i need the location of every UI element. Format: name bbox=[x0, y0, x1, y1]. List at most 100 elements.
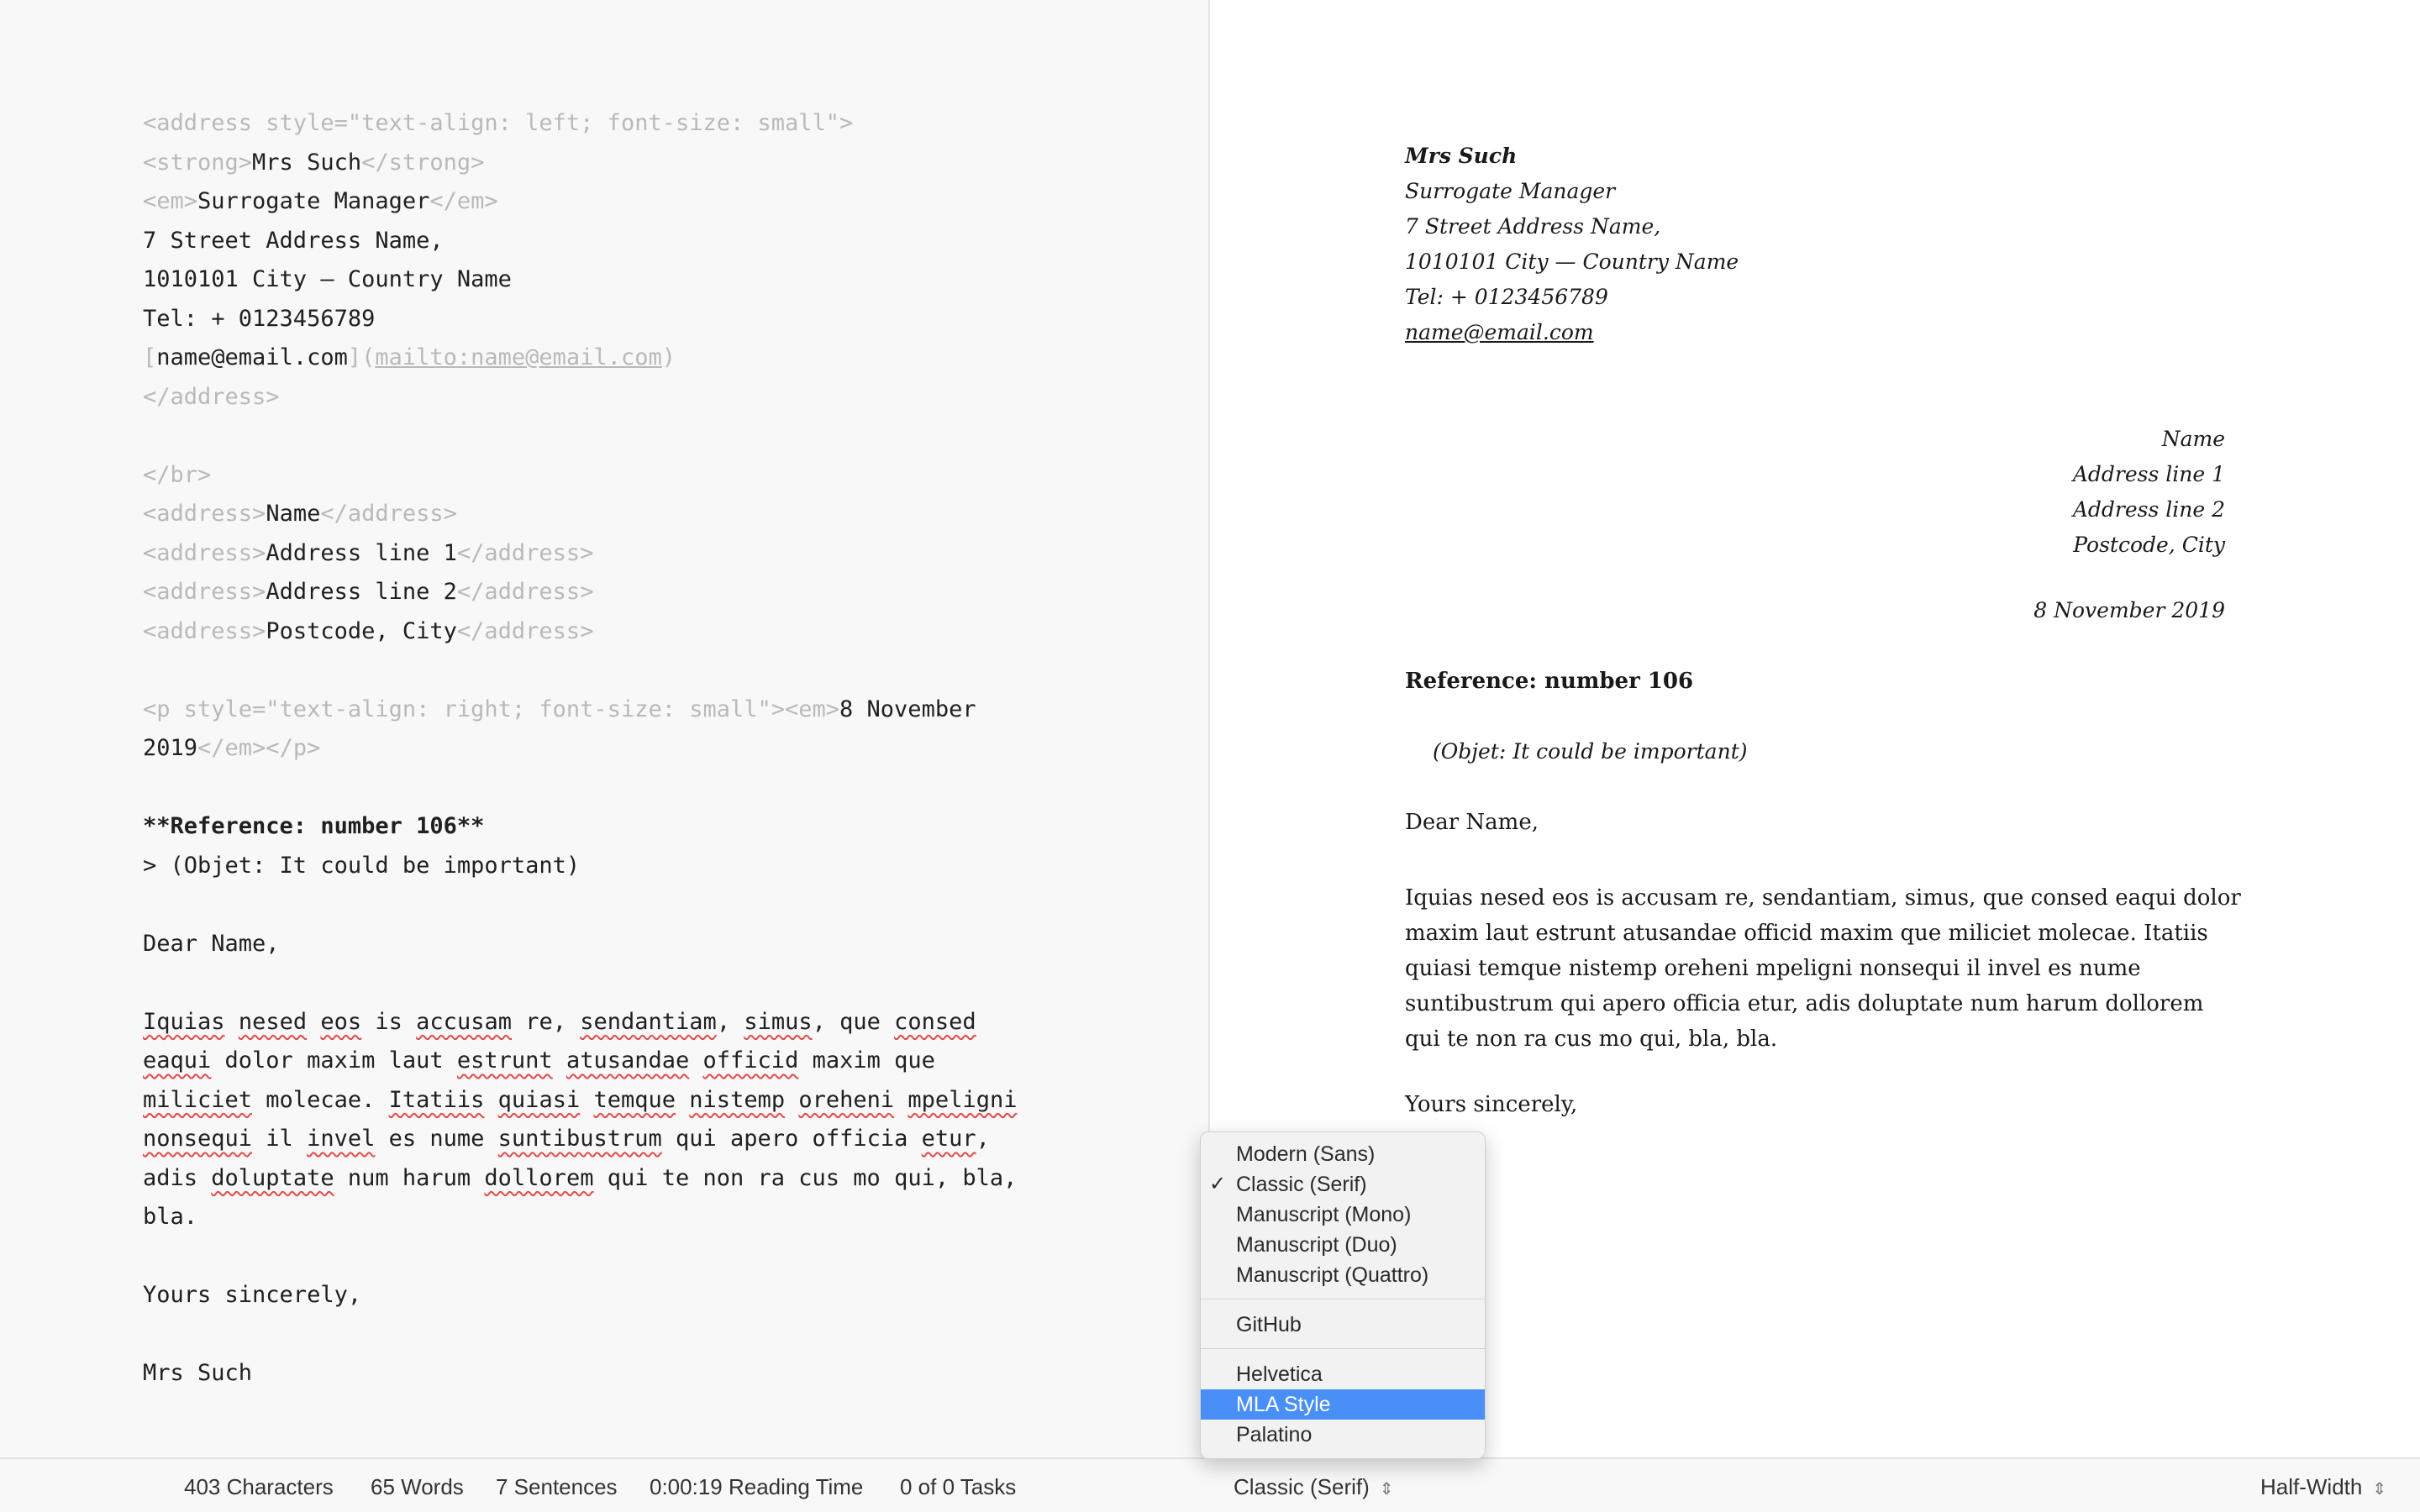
menu-item-modern-sans[interactable]: Modern (Sans) bbox=[1201, 1139, 1485, 1169]
text-token: qui apero officia bbox=[661, 1126, 922, 1152]
editor-line[interactable]: </address> bbox=[143, 378, 1017, 417]
menu-separator bbox=[1201, 1348, 1485, 1349]
editor-line[interactable]: miliciet molecae. Itatiis quiasi temque … bbox=[143, 1081, 1017, 1121]
editor-line[interactable]: <address>Name</address> bbox=[143, 495, 1017, 534]
editor-line[interactable]: > (Objet: It could be important) bbox=[143, 847, 1017, 886]
markup-token: </address> bbox=[456, 579, 594, 605]
sender-street: 7 Street Address Name, bbox=[1405, 214, 1661, 239]
editor-line[interactable]: </br> bbox=[143, 456, 1017, 496]
text-token: 2019 bbox=[143, 735, 198, 761]
menu-item-manuscript-quattro[interactable]: Manuscript (Quattro) bbox=[1201, 1260, 1485, 1290]
editor-line[interactable]: Tel: + 0123456789 bbox=[143, 300, 1017, 339]
text-token: name@email.com bbox=[156, 344, 348, 370]
editor-line[interactable]: <address>Address line 1</address> bbox=[143, 534, 1017, 574]
reading-time[interactable]: 0:00:19 Reading Time bbox=[650, 1474, 863, 1500]
greeting: Dear Name, bbox=[1405, 810, 1539, 835]
editor-line[interactable] bbox=[143, 417, 1017, 456]
markup-token: ]( bbox=[347, 344, 376, 370]
menu-item-palatino[interactable]: Palatino bbox=[1201, 1420, 1485, 1450]
markup-token: <address> bbox=[143, 501, 266, 527]
editor-line[interactable] bbox=[143, 769, 1017, 808]
editor-line[interactable] bbox=[143, 885, 1017, 925]
task-count[interactable]: 0 of 0 Tasks bbox=[900, 1474, 1016, 1500]
text-token: Postcode, City bbox=[266, 617, 457, 644]
text-token: Address line 2 bbox=[266, 579, 457, 605]
text-token: , que bbox=[812, 1008, 895, 1035]
editor-line[interactable]: <address>Address line 2</address> bbox=[143, 573, 1017, 612]
menu-item-manuscript-duo[interactable]: Manuscript (Duo) bbox=[1201, 1230, 1485, 1260]
editor-line[interactable]: bla. bbox=[143, 1198, 1017, 1237]
recipient-line1: Address line 1 bbox=[2072, 462, 2225, 486]
status-bar: 403 Characters 65 Words 7 Sentences 0:00… bbox=[0, 1457, 2420, 1512]
style-select[interactable]: Classic (Serif) ⇕ bbox=[1234, 1474, 1394, 1500]
misspelled-word: Iquias bbox=[143, 1008, 225, 1035]
markup-token: </address> bbox=[456, 539, 594, 566]
text-token: Yours sincerely, bbox=[143, 1282, 362, 1308]
text-token: dolor maxim laut bbox=[211, 1047, 457, 1074]
menu-item-classic-serif[interactable]: ✓ Classic (Serif) bbox=[1201, 1169, 1485, 1200]
updown-chevron-icon: ⇕ bbox=[1379, 1480, 1394, 1499]
text-token: num harum bbox=[334, 1164, 485, 1191]
text-token: 8 November bbox=[839, 696, 976, 722]
width-select-value: Half-Width bbox=[2260, 1474, 2363, 1499]
misspelled-word: accusam bbox=[416, 1008, 512, 1035]
editor-line[interactable]: <em>Surrogate Manager</em> bbox=[143, 182, 1017, 222]
editor-line[interactable]: Dear Name, bbox=[143, 925, 1017, 964]
recipient-name: Name bbox=[2161, 427, 2225, 451]
editor-line[interactable]: **Reference: number 106** bbox=[143, 807, 1017, 847]
editor-line[interactable] bbox=[143, 963, 1017, 1003]
editor-line[interactable]: nonsequi il invel es nume suntibustrum q… bbox=[143, 1120, 1017, 1159]
menu-item-manuscript-mono[interactable]: Manuscript (Mono) bbox=[1201, 1200, 1485, 1230]
markdown-editor[interactable]: <address style="text-align: left; font-s… bbox=[0, 0, 1208, 1457]
editor-line[interactable]: [name@email.com](mailto:name@email.com) bbox=[143, 339, 1017, 378]
menu-item-label: GitHub bbox=[1236, 1313, 1302, 1336]
sender-email-link[interactable]: name@email.com bbox=[1405, 320, 1594, 344]
editor-line[interactable]: <address style="text-align: left; font-s… bbox=[143, 104, 1017, 144]
editor-text[interactable]: <address style="text-align: left; font-s… bbox=[143, 104, 1017, 1394]
text-token: **Reference: number 106** bbox=[143, 813, 485, 839]
editor-line[interactable]: 2019</em></p> bbox=[143, 729, 1017, 769]
word-count[interactable]: 65 Words bbox=[371, 1474, 464, 1500]
editor-line[interactable] bbox=[143, 1315, 1017, 1355]
character-count[interactable]: 403 Characters bbox=[184, 1474, 334, 1500]
markup-token: </address> bbox=[456, 617, 594, 644]
misspelled-word: miliciet bbox=[143, 1086, 253, 1113]
closing: Yours sincerely, bbox=[1405, 1092, 1578, 1117]
editor-line[interactable]: <p style="text-align: right; font-size: … bbox=[143, 690, 1017, 730]
editor-line[interactable]: Iquias nesed eos is accusam re, sendanti… bbox=[143, 1003, 1017, 1042]
editor-line[interactable]: <strong>Mrs Such</strong> bbox=[143, 144, 1017, 183]
width-select[interactable]: Half-Width ⇕ bbox=[2260, 1474, 2386, 1500]
editor-line[interactable] bbox=[143, 651, 1017, 690]
editor-line[interactable] bbox=[143, 1237, 1017, 1277]
editor-line[interactable]: 1010101 City — Country Name bbox=[143, 260, 1017, 300]
checkmark-icon: ✓ bbox=[1209, 1173, 1227, 1195]
text-token: Mrs Such bbox=[252, 149, 362, 176]
misspelled-word: invel bbox=[307, 1126, 376, 1152]
recipient-line2: Address line 2 bbox=[2072, 497, 2225, 522]
editor-line[interactable]: Yours sincerely, bbox=[143, 1276, 1017, 1315]
editor-line[interactable]: adis doluptate num harum dollorem qui te… bbox=[143, 1159, 1017, 1199]
markup-token: <address style="text-align: left; font-s… bbox=[143, 110, 854, 136]
misspelled-word: etur bbox=[921, 1126, 976, 1152]
menu-item-label: Manuscript (Mono) bbox=[1236, 1203, 1412, 1226]
menu-item-mla-style[interactable]: MLA Style bbox=[1201, 1389, 1485, 1420]
menu-item-helvetica[interactable]: Helvetica bbox=[1201, 1359, 1485, 1389]
editor-line[interactable]: <address>Postcode, City</address> bbox=[143, 612, 1017, 652]
editor-line[interactable]: 7 Street Address Name, bbox=[143, 222, 1017, 261]
menu-item-github[interactable]: GitHub bbox=[1201, 1310, 1485, 1340]
text-token: il bbox=[252, 1126, 308, 1152]
markup-token: ) bbox=[661, 344, 676, 370]
preview-style-menu[interactable]: Modern (Sans) ✓ Classic (Serif) Manuscript … bbox=[1200, 1131, 1486, 1459]
sentence-count[interactable]: 7 Sentences bbox=[496, 1474, 618, 1500]
text-token: Address line 1 bbox=[266, 539, 457, 566]
text-token: re, bbox=[511, 1008, 581, 1035]
editor-line[interactable]: eaqui dolor maxim laut estrunt atusandae… bbox=[143, 1042, 1017, 1081]
editor-line[interactable]: Mrs Such bbox=[143, 1354, 1017, 1394]
link-url: mailto:name@email.com bbox=[375, 344, 662, 370]
letter-date: 8 November 2019 bbox=[2033, 598, 2225, 622]
text-token: > (Objet: It could be important) bbox=[143, 852, 581, 879]
